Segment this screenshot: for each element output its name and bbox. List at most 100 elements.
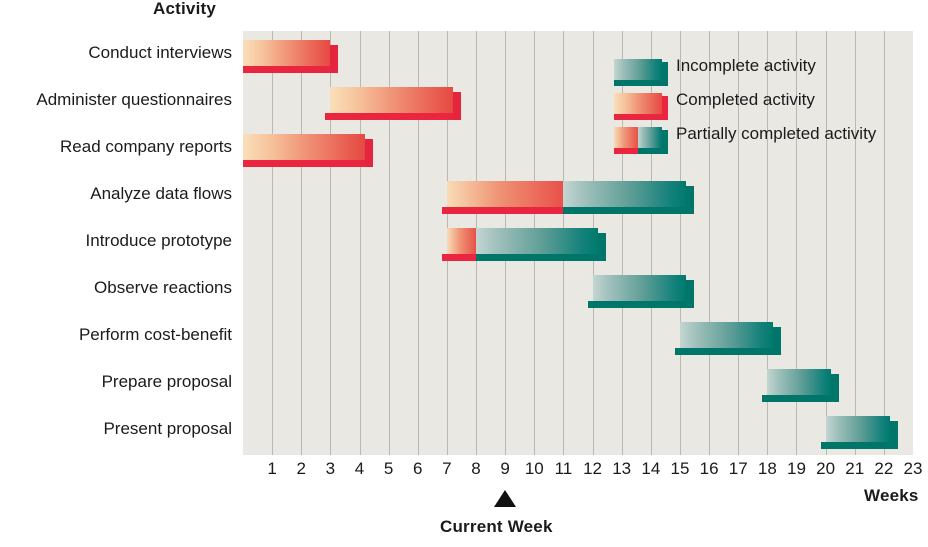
weeks-axis-title: Weeks [864,486,919,505]
bar-shadow-bottom [325,112,453,120]
week-tick-label: 23 [903,459,923,478]
week-tick-label: 14 [641,459,661,478]
week-tick-label: 5 [383,459,394,478]
bar-shadow-right [831,374,840,403]
gantt-bar[interactable] [587,275,694,309]
legend-shadow [614,148,638,154]
week-tick-label: 15 [670,459,690,478]
activity-axis-title: Activity [153,0,217,18]
legend-fill [614,93,662,114]
legend: Incomplete activity Completed activity Par… [614,56,914,158]
gantt-bar[interactable] [325,86,461,120]
activity-row-label: Introduce prototype [85,231,232,250]
legend-shadow-right [662,96,668,120]
week-tick-label: 9 [500,459,510,478]
legend-shadow-2 [638,148,662,154]
bar-segment-incomplete [767,369,832,396]
week-tick-label: 20 [816,459,836,478]
week-tick-label: 3 [325,459,336,478]
legend-swatch-incomplete [614,59,668,86]
legend-swatch-completed [614,93,668,120]
gantt-bar[interactable] [674,322,782,356]
week-tick-label: 11 [554,459,573,478]
week-tick-label: 13 [612,459,632,478]
bar-segment-incomplete [563,180,686,207]
gantt-bar[interactable] [441,180,694,214]
bar-shadow-bottom [587,301,692,309]
bar-segment-completed [446,228,477,254]
legend-label: Incomplete activity [676,56,816,75]
bar-segment-incomplete [476,228,599,254]
activity-row-label: Observe reactions [94,278,232,298]
week-tick-label: 16 [699,459,719,478]
activity-label-column: Conduct interviews Administer questionnai… [0,31,232,455]
activity-row-label: Present proposal [103,419,232,439]
legend-shadow [614,80,662,86]
bar-shadow-bottom [476,254,605,261]
legend-fill-completed [614,127,638,148]
bar-shadow-bottom [243,65,331,73]
bar-shadow-right [365,138,374,167]
bar-segment-completed [243,39,331,66]
bar-shadow-bottom [563,206,692,214]
bar-segment-completed [446,180,564,207]
activity-row-label: Administer questionnaires [36,89,232,109]
legend-shadow-right [662,62,668,86]
bar-shadow-bottom [243,159,366,167]
bar-segment-completed [330,86,453,113]
gantt-bar[interactable] [243,133,374,167]
week-tick-label: 21 [845,459,865,478]
bar-segment-incomplete [592,275,686,302]
legend-item[interactable]: Incomplete activity [614,56,914,90]
gantt-bar[interactable] [762,369,840,403]
activity-row-label: Perform cost-benefit [78,325,232,345]
bar-shadow-bottom [674,348,780,356]
week-tick-label: 8 [471,459,481,478]
bar-shadow-bottom [441,206,564,214]
week-tick-label: 18 [757,459,777,478]
activity-row-label: Conduct interviews [88,42,232,62]
legend-label: Partially completed activity [676,124,877,143]
activity-row-label: Read company reports [60,136,232,156]
bar-shadow-right [685,185,694,214]
week-axis-ticks: 1 2 3 4 5 6 7 8 9 10 11 12 13 14 15 16 17 18 19 20 21 22 23 [243,459,922,485]
week-tick-label: 22 [874,459,894,478]
gridline [272,31,274,455]
gantt-bar[interactable] [820,416,898,450]
activity-row-label: Analyze data flows [90,183,232,203]
bar-shadow-right [330,44,339,73]
gantt-chart: Activity Conduct interviews Administer qu… [0,0,928,547]
legend-item[interactable]: Partially completed activity [614,124,914,158]
current-week-label: Current Week [440,517,553,536]
bar-shadow-bottom [441,254,477,261]
bar-shadow-right [889,421,898,450]
week-tick-label: 19 [787,459,806,478]
week-tick-label: 17 [728,459,748,478]
legend-fill-incomplete [638,127,662,148]
week-tick-label: 6 [413,459,423,478]
week-tick-label: 2 [296,459,306,478]
legend-swatch-partial [614,127,668,154]
week-tick-label: 10 [524,459,544,478]
bar-shadow-bottom [820,442,896,450]
bar-shadow-right [773,327,782,356]
bar-shadow-right [598,233,607,261]
week-tick-label: 12 [583,459,603,478]
gantt-bar[interactable] [243,39,339,73]
week-tick-label: 7 [442,459,452,478]
legend-label: Completed activity [676,90,815,109]
gridline [301,31,303,455]
bar-shadow-right [452,91,461,120]
week-tick-label: 1 [267,459,277,478]
legend-shadow-right [662,130,668,154]
bar-segment-completed [243,133,366,160]
bar-shadow-right [685,280,694,309]
current-week-marker-icon [494,490,517,507]
bar-shadow-bottom [762,395,838,403]
bar-segment-incomplete [679,322,774,349]
legend-item[interactable]: Completed activity [614,90,914,124]
week-tick-label: 4 [354,459,365,478]
legend-fill [614,59,662,80]
legend-shadow [614,114,662,120]
gantt-bar[interactable] [441,228,607,261]
